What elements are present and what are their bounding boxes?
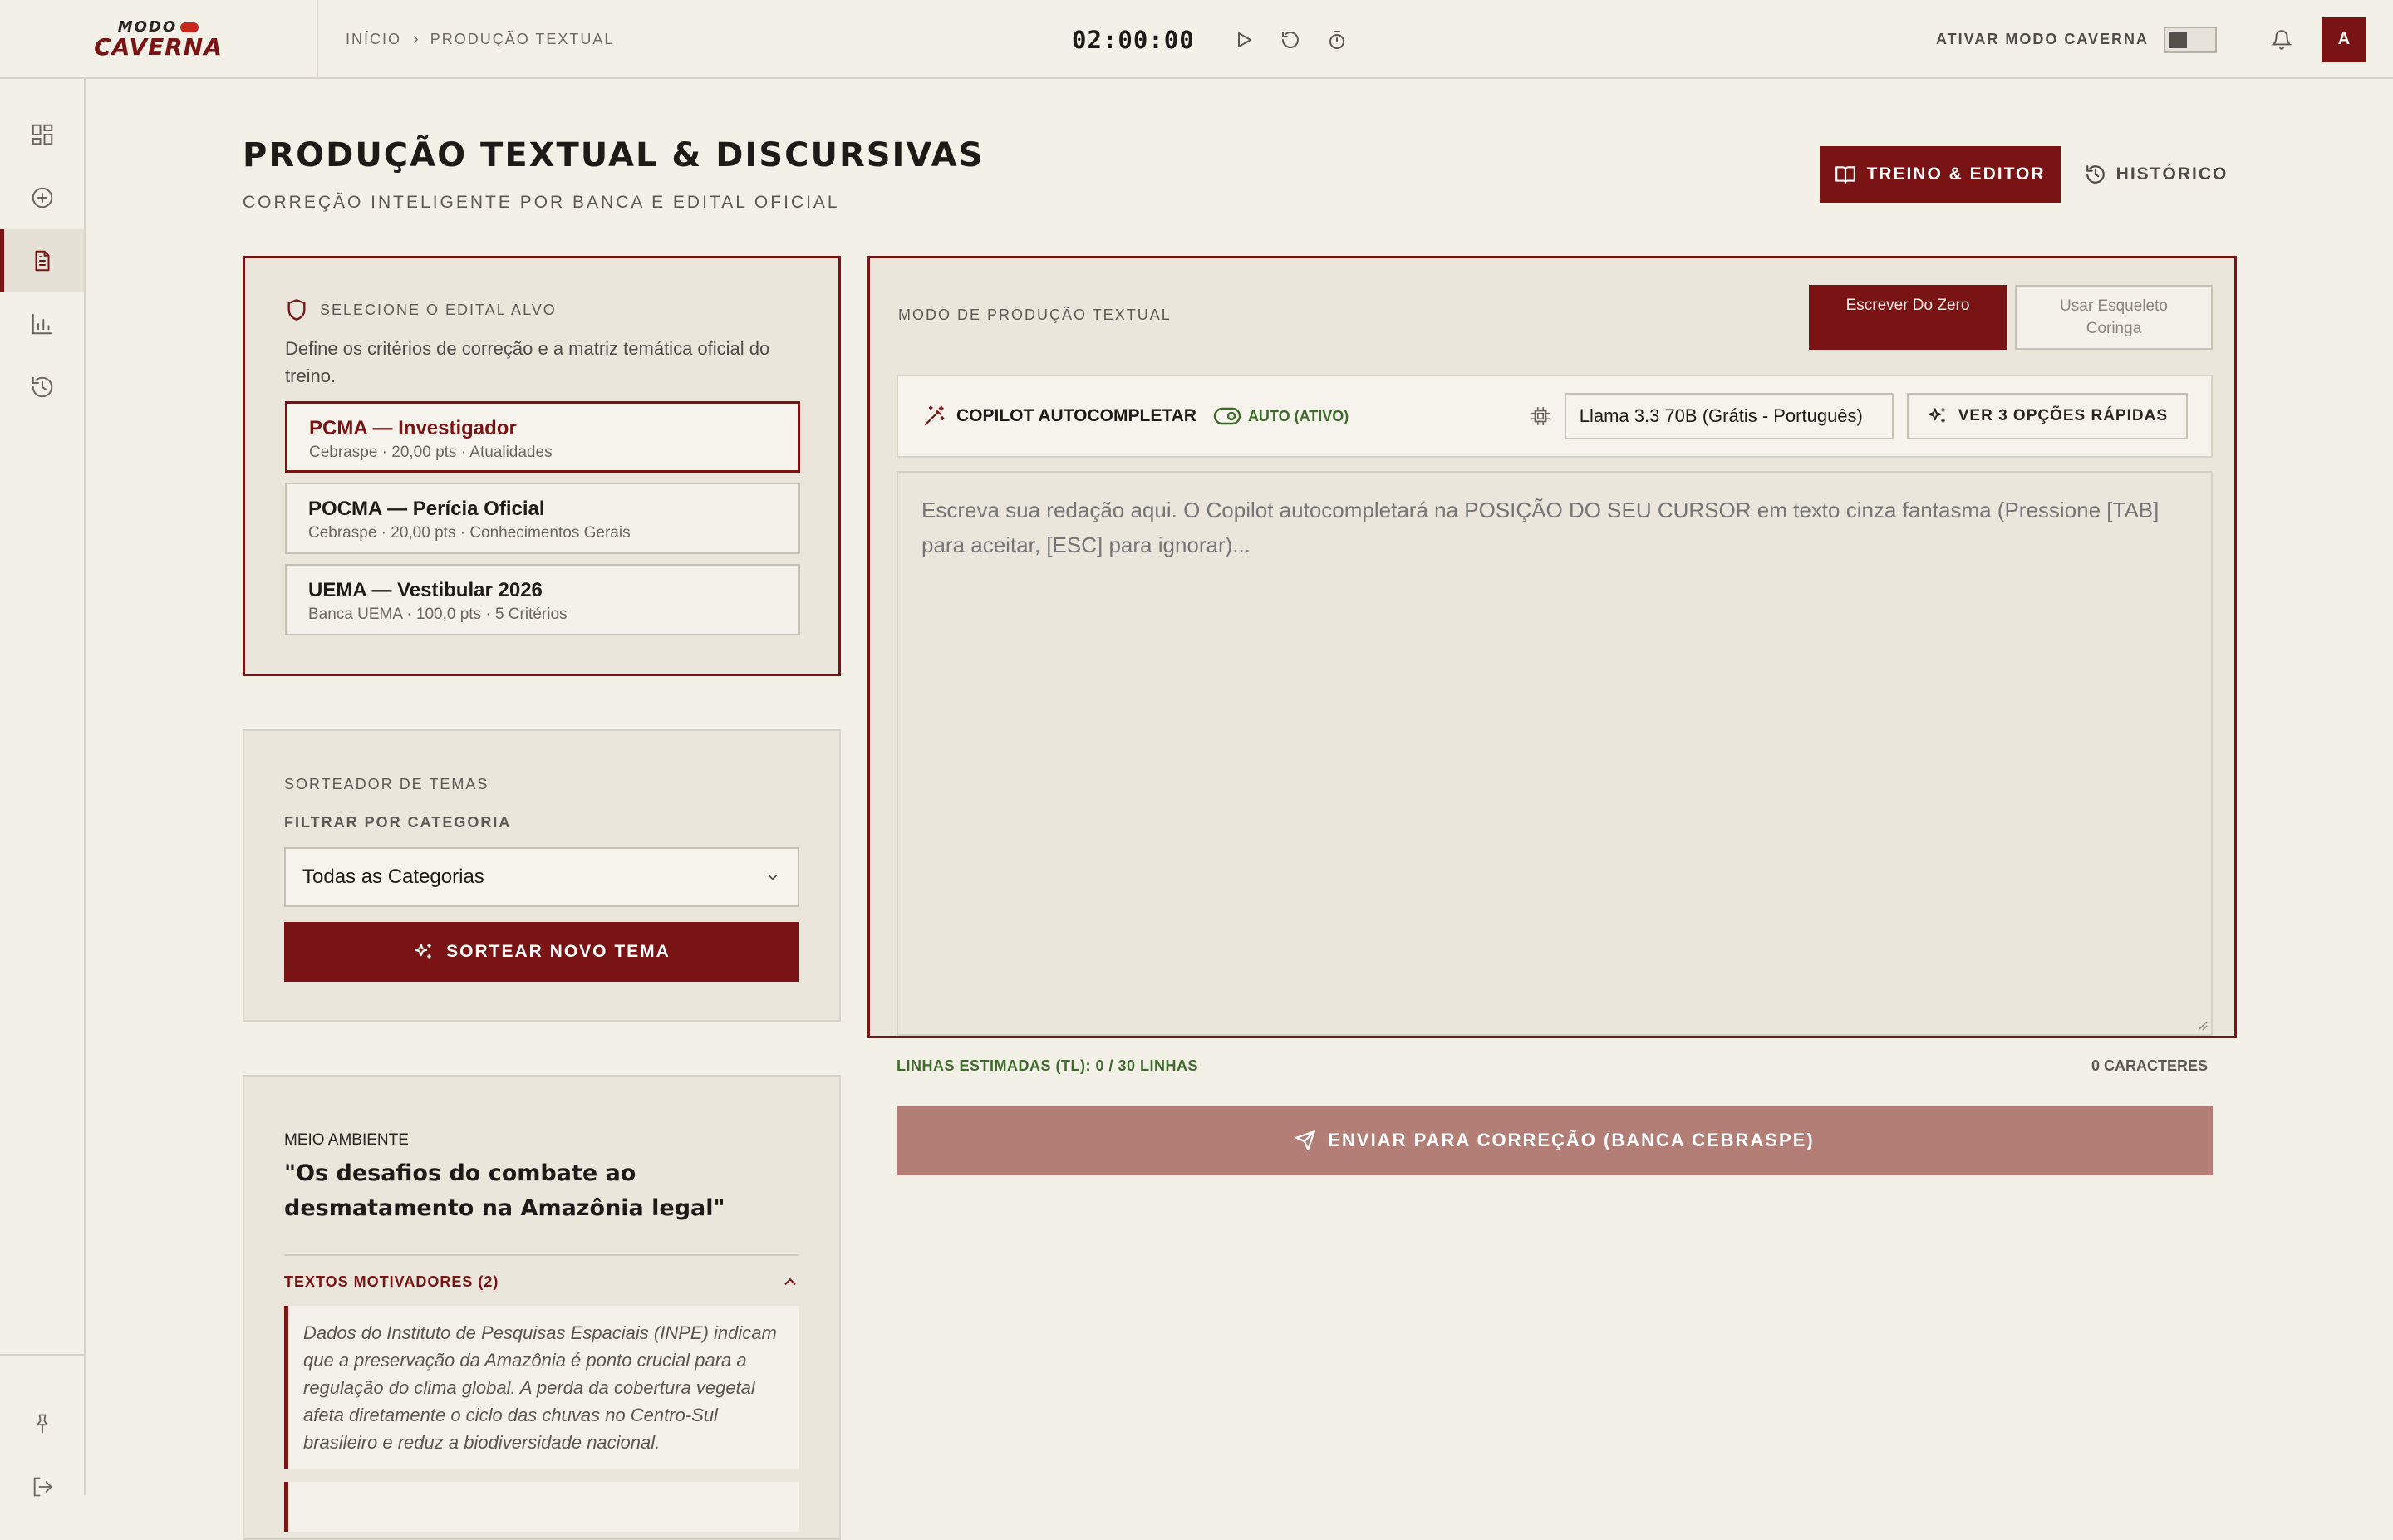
mode-label: MODO DE PRODUÇÃO TEXTUAL [898, 307, 1172, 323]
document-icon [30, 248, 55, 273]
cave-mode-toggle[interactable] [2164, 26, 2217, 53]
cpu-icon [1530, 405, 1551, 427]
edital-description: Define os critérios de correção e a matr… [285, 338, 770, 386]
historico-label: HISTÓRICO [2115, 164, 2228, 184]
sorteador-card: SORTEADOR DE TEMAS FILTRAR POR CATEGORIA… [243, 729, 841, 1022]
logo-mark [180, 22, 199, 32]
edital-option-meta: Cebraspe · 20,00 pts · Conhecimentos Ger… [308, 524, 631, 542]
page-subtitle: CORREÇÃO INTELIGENTE POR BANCA E EDITAL … [243, 193, 840, 212]
chevron-right-icon: › [413, 30, 419, 48]
cave-mode-label: ATIVAR MODO CAVERNA [1936, 31, 2149, 47]
stopwatch-icon[interactable] [1324, 27, 1349, 52]
category-select-value: Todas as Categorias [302, 866, 484, 888]
copilot-auto-toggle[interactable]: AUTO (ATIVO) [1213, 407, 1349, 425]
tema-category: MEIO AMBIENTE [284, 1131, 409, 1149]
send-icon [1295, 1130, 1316, 1151]
essay-textarea[interactable] [897, 471, 2213, 1036]
header-actions: ATIVAR MODO CAVERNA A [1936, 0, 2366, 79]
tema-title: "Os desafios do combate ao desmatamento … [284, 1160, 725, 1221]
book-open-icon [1835, 164, 1856, 185]
motivadores-label: TEXTOS MOTIVADORES (2) [284, 1273, 499, 1290]
magic-wand-icon [921, 404, 946, 429]
edital-option-title: PCMA — Investigador [309, 417, 517, 439]
treino-editor-label: TREINO & EDITOR [1866, 164, 2046, 184]
toggle-knob [2169, 31, 2187, 48]
sidebar-item-producao-textual[interactable] [0, 229, 84, 292]
bell-icon[interactable] [2265, 23, 2298, 56]
copilot-bar: COPILOT AUTOCOMPLETAR AUTO (ATIVO) Llama… [897, 375, 2213, 458]
play-icon[interactable] [1231, 27, 1256, 52]
copilot-controls: Llama 3.3 70B (Grátis - Português) VER 3… [1530, 376, 2188, 456]
chevron-up-icon [781, 1273, 799, 1291]
edital-option-uema[interactable]: UEMA — Vestibular 2026 Banca UEMA · 100,… [285, 564, 800, 635]
chevron-down-icon [764, 869, 781, 885]
escrever-do-zero-button[interactable]: Escrever Do Zero [1809, 285, 2007, 350]
edital-option-title: UEMA — Vestibular 2026 [308, 579, 543, 601]
logo-bottom-text: CAVERNA [94, 33, 223, 61]
page-title: PRODUÇÃO TEXTUAL & DISCURSIVAS [243, 136, 985, 174]
motivador-text-1: Dados do Instituto de Pesquisas Espaciai… [284, 1306, 799, 1469]
sortear-button[interactable]: SORTEAR NOVO TEMA [284, 922, 799, 982]
historico-button[interactable]: HISTÓRICO [2077, 146, 2235, 203]
timer-display: 02:00:00 [1072, 25, 1195, 54]
bar-chart-icon [30, 311, 55, 336]
sparkles-icon [1927, 405, 1948, 427]
tema-card: MEIO AMBIENTE "Os desafios do combate ao… [243, 1075, 841, 1540]
reset-icon[interactable] [1278, 27, 1303, 52]
app-logo[interactable]: MODO CAVERNA [94, 20, 223, 59]
top-bar: MODO CAVERNA Início › Produção Textual 0… [0, 0, 2393, 79]
usar-esqueleto-button[interactable]: Usar Esqueleto Coringa [2015, 285, 2213, 350]
sortear-label: SORTEAR NOVO TEMA [446, 942, 671, 961]
send-correction-label: ENVIAR PARA CORREÇÃO (BANCA CEBRASPE) [1328, 1130, 1815, 1150]
quick-options-label: VER 3 OPÇÕES RÁPIDAS [1958, 407, 2168, 424]
pin-icon [31, 1412, 54, 1435]
sidebar-divider [0, 1354, 84, 1356]
filter-label: FILTRAR POR CATEGORIA [284, 814, 512, 831]
copilot-info: COPILOT AUTOCOMPLETAR AUTO (ATIVO) [921, 376, 1349, 456]
chars-stat: 0 CARACTERES [2091, 1057, 2208, 1074]
motivador-text-2 [284, 1482, 799, 1532]
sidebar-item-history[interactable] [0, 356, 84, 419]
edital-header: SELECIONE O EDITAL ALVO [285, 298, 557, 321]
motivadores-toggle[interactable]: TEXTOS MOTIVADORES (2) [284, 1273, 799, 1291]
edital-option-title: POCMA — Perícia Oficial [308, 498, 545, 520]
sidebar-item-logout[interactable] [0, 1455, 84, 1518]
resize-handle-icon[interactable] [2196, 1019, 2208, 1031]
edital-option-meta: Banca UEMA · 100,0 pts · 5 Critérios [308, 606, 568, 623]
history-icon [30, 375, 55, 400]
toggle-on-icon [1213, 407, 1241, 425]
model-select[interactable]: Llama 3.3 70B (Grátis - Português) [1564, 393, 1894, 439]
sidebar [0, 79, 86, 1497]
logo-container[interactable]: MODO CAVERNA [0, 0, 318, 79]
category-select[interactable]: Todas as Categorias [284, 847, 799, 907]
copilot-title: COPILOT AUTOCOMPLETAR [956, 406, 1196, 425]
quick-options-button[interactable]: VER 3 OPÇÕES RÁPIDAS [1906, 393, 2188, 439]
shield-icon [285, 298, 308, 321]
sidebar-item-dashboard[interactable] [0, 103, 84, 166]
sidebar-item-pin[interactable] [0, 1392, 84, 1455]
study-timer: 02:00:00 [1072, 0, 1349, 79]
treino-editor-button[interactable]: TREINO & EDITOR [1820, 146, 2061, 203]
edital-option-pocma[interactable]: POCMA — Perícia Oficial Cebraspe · 20,00… [285, 483, 800, 554]
user-avatar[interactable]: A [2322, 17, 2366, 62]
divider [284, 1254, 799, 1256]
breadcrumb: Início › Produção Textual [346, 0, 614, 79]
edital-option-meta: Cebraspe · 20,00 pts · Atualidades [309, 444, 553, 461]
send-correction-button[interactable]: ENVIAR PARA CORREÇÃO (BANCA CEBRASPE) [897, 1106, 2213, 1175]
add-circle-icon [30, 185, 55, 210]
sidebar-item-stats[interactable] [0, 292, 84, 356]
copilot-status: AUTO (ATIVO) [1247, 407, 1349, 424]
edital-card: SELECIONE O EDITAL ALVO Define os critér… [243, 256, 841, 676]
breadcrumb-home[interactable]: Início [346, 31, 401, 48]
sorteador-label: SORTEADOR DE TEMAS [284, 776, 489, 792]
breadcrumb-current: Produção Textual [430, 31, 615, 47]
sidebar-item-new[interactable] [0, 166, 84, 229]
lines-stat: LINHAS ESTIMADAS (TL): 0 / 30 LINHAS [897, 1057, 1199, 1074]
sparkles-icon [413, 941, 435, 963]
editor-card: MODO DE PRODUÇÃO TEXTUAL Escrever Do Zer… [867, 256, 2237, 1175]
history-icon [2085, 164, 2106, 185]
dashboard-icon [30, 122, 55, 147]
edital-label: SELECIONE O EDITAL ALVO [320, 301, 557, 318]
edital-option-pcma[interactable]: PCMA — Investigador Cebraspe · 20,00 pts… [285, 401, 800, 473]
